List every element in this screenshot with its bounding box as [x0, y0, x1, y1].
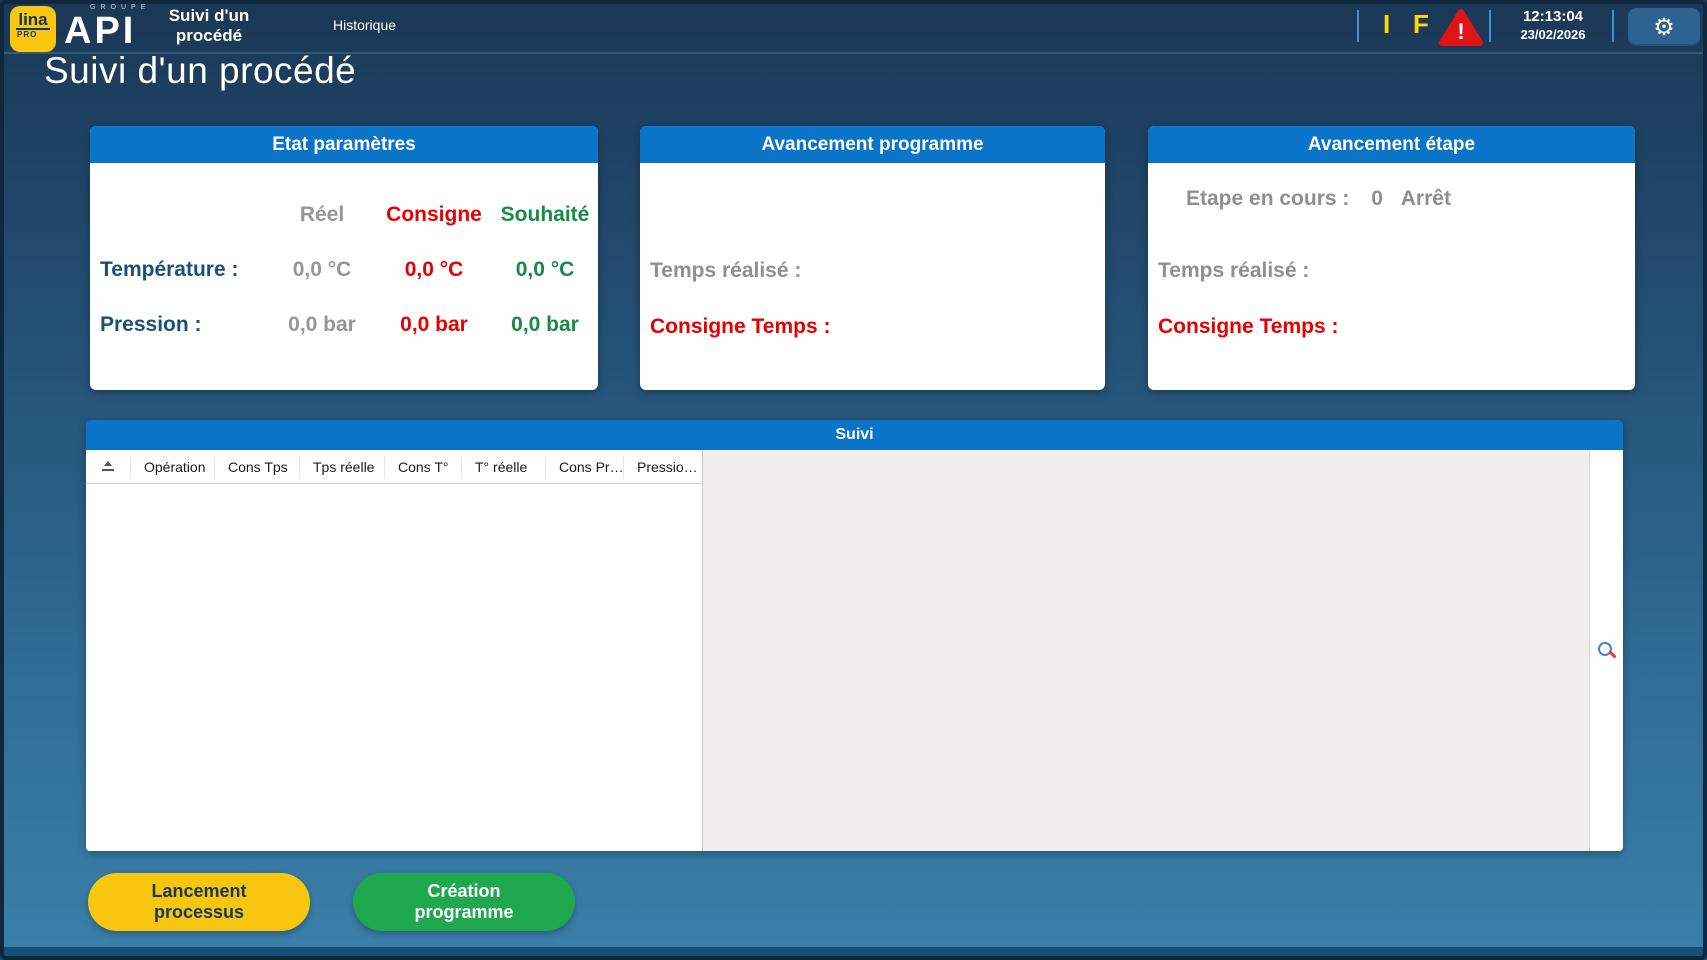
temperature-reel-value: 0,0 °C	[268, 242, 376, 297]
temperature-label: Température :	[90, 242, 268, 297]
pression-souhaite-value: 0,0 bar	[492, 297, 598, 352]
etape-en-cours-state: Arrêt	[1401, 187, 1451, 210]
column-header-consigne: Consigne	[376, 187, 492, 242]
clock-time: 12:13:04	[1498, 7, 1608, 26]
panel-etat-parametres-title: Etat paramètres	[90, 126, 598, 163]
panel-suivi-title: Suivi	[86, 420, 1623, 450]
column-header-cons-t[interactable]: Cons T°	[385, 456, 462, 478]
status-indicator-f: F	[1413, 9, 1429, 40]
pression-label: Pression :	[90, 297, 268, 352]
lina-logo-text: lina	[16, 11, 49, 30]
programme-consigne-temps-label: Consigne Temps :	[650, 315, 830, 339]
lancement-processus-button[interactable]: Lancement processus	[88, 873, 310, 931]
etape-temps-realise-label: Temps réalisé :	[1158, 259, 1309, 283]
groupe-api-logo: GROUPE API	[64, 3, 150, 50]
app-screen: lina PRO GROUPE API Suivi d'un procédé H…	[0, 0, 1707, 960]
column-header-tps-reelle[interactable]: Tps réelle	[300, 456, 385, 478]
alarm-warning-icon[interactable]: !	[1438, 8, 1484, 48]
suivi-chart-area	[702, 450, 1591, 851]
suivi-table: Opération Cons Tps Tps réelle Cons T° T°…	[86, 450, 702, 851]
search-icon[interactable]	[1598, 642, 1616, 660]
panel-suivi: Suivi Opération Cons Tps Tps réelle Cons…	[86, 420, 1623, 851]
empty-cell	[90, 187, 268, 242]
panel-etat-parametres: Etat paramètres Réel Consigne Souhaité T…	[90, 126, 598, 390]
bottom-bar	[0, 947, 1707, 960]
parameters-table: Réel Consigne Souhaité Température : 0,0…	[90, 163, 598, 352]
column-header-pression[interactable]: Pressio…	[624, 456, 702, 478]
lina-logo-sub: PRO	[10, 30, 56, 39]
status-indicator-i: I	[1383, 9, 1390, 40]
temperature-consigne-value: 0,0 °C	[376, 242, 492, 297]
api-label: API	[64, 12, 150, 50]
temperature-souhaite-value: 0,0 °C	[492, 242, 598, 297]
column-header-t-reelle[interactable]: T° réelle	[462, 456, 546, 478]
clock: 12:13:04 23/02/2026	[1498, 7, 1608, 43]
tab-suivi-procede[interactable]: Suivi d'un procédé	[148, 6, 270, 46]
svg-text:!: !	[1457, 19, 1464, 44]
panel-avancement-etape: Avancement étape Etape en cours : 0 Arrê…	[1148, 126, 1635, 390]
sort-icon	[102, 461, 114, 472]
sort-column-header[interactable]	[86, 456, 131, 478]
column-header-cons-pr[interactable]: Cons Pr…	[546, 456, 624, 478]
column-header-souhaite: Souhaité	[492, 187, 598, 242]
etape-consigne-temps-label: Consigne Temps :	[1158, 315, 1338, 339]
column-header-reel: Réel	[268, 187, 376, 242]
page-title: Suivi d'un procédé	[44, 50, 356, 92]
etape-en-cours-label: Etape en cours :	[1186, 187, 1349, 210]
etape-en-cours-value: 0	[1371, 187, 1383, 210]
tab-historique[interactable]: Historique	[333, 17, 396, 33]
topbar-divider	[1612, 10, 1614, 42]
creation-programme-button[interactable]: Création programme	[353, 873, 575, 931]
suivi-table-header-row: Opération Cons Tps Tps réelle Cons T° T°…	[86, 450, 702, 484]
clock-date: 23/02/2026	[1498, 26, 1608, 43]
lina-pro-logo: lina PRO	[10, 6, 56, 52]
chart-toolbar	[1589, 450, 1623, 851]
etape-en-cours-line: Etape en cours : 0 Arrêt	[1186, 187, 1451, 211]
programme-temps-realise-label: Temps réalisé :	[650, 259, 801, 283]
topbar-divider	[1489, 10, 1491, 42]
panel-avancement-etape-title: Avancement étape	[1148, 126, 1635, 163]
column-header-operation[interactable]: Opération	[131, 456, 215, 478]
topbar-divider	[1357, 10, 1359, 42]
pression-reel-value: 0,0 bar	[268, 297, 376, 352]
gear-icon: ⚙	[1653, 15, 1675, 39]
settings-button[interactable]: ⚙	[1628, 8, 1700, 46]
pression-consigne-value: 0,0 bar	[376, 297, 492, 352]
panel-avancement-programme-title: Avancement programme	[640, 126, 1105, 163]
top-bar: lina PRO GROUPE API Suivi d'un procédé H…	[0, 0, 1707, 54]
column-header-cons-tps[interactable]: Cons Tps	[215, 456, 300, 478]
panel-avancement-programme: Avancement programme Temps réalisé : Con…	[640, 126, 1105, 390]
